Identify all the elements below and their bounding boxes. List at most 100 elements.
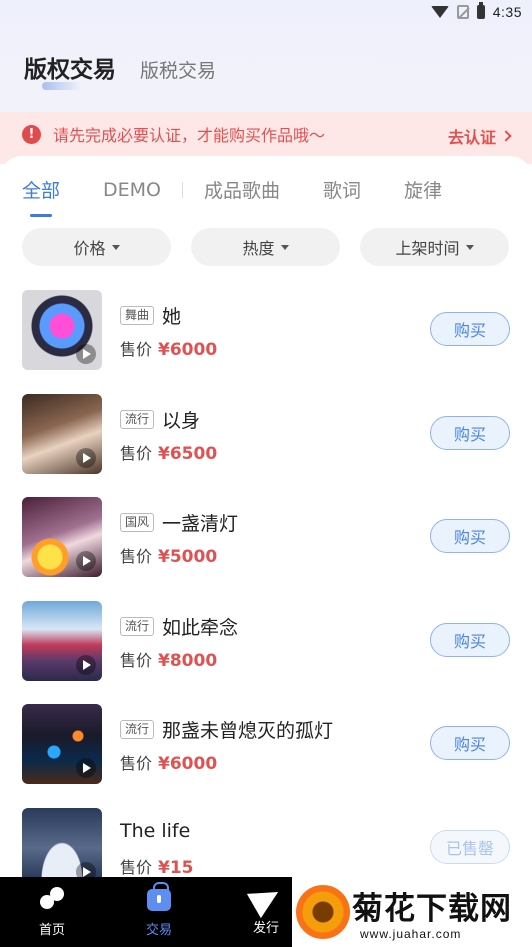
price-value: ¥6000 [158, 754, 218, 774]
price-value: ¥15 [158, 858, 194, 878]
watermark-title: 菊花下载网 [352, 891, 512, 927]
main-panel: 全部 DEMO 成品歌曲 歌词 旋律 价格 热度 上架时间 舞曲 她 售价 ¥6… [0, 156, 532, 881]
title-line: 国风 一盏清灯 [120, 509, 238, 536]
filter-popularity[interactable]: 热度 [191, 228, 340, 266]
alert-icon: ! [22, 124, 41, 144]
caret-down-icon [111, 244, 120, 250]
status-icons: 4:35 [430, 2, 522, 20]
filter-listing-time-label: 上架时间 [395, 239, 460, 258]
nav-publish[interactable]: 发行 [236, 879, 296, 936]
price-line: 售价 ¥15 [120, 854, 194, 878]
genre-tag: 流行 [120, 617, 155, 636]
buy-button[interactable]: 购买 [430, 312, 510, 346]
cover-image [22, 394, 102, 474]
home-icon [37, 883, 67, 913]
price-line: 售价 ¥6000 [120, 336, 217, 360]
buy-button[interactable]: 购买 [430, 416, 510, 450]
price-value: ¥6500 [158, 444, 218, 464]
play-icon[interactable] [76, 551, 96, 571]
notice-text: 请先完成必要认证，才能购买作品哦～ [53, 126, 326, 145]
category-tabs: 全部 DEMO 成品歌曲 歌词 旋律 [22, 176, 485, 217]
battery-icon [476, 2, 485, 19]
play-icon[interactable] [76, 448, 96, 468]
tab-royalty-trade[interactable]: 版税交易 [140, 56, 216, 83]
title-line: 舞曲 她 [120, 302, 181, 329]
price-value: ¥6000 [158, 340, 218, 360]
status-time: 4:35 [492, 4, 522, 20]
song-title: 如此牵念 [162, 617, 239, 639]
send-icon [246, 879, 286, 919]
cover-image [22, 808, 102, 881]
price-label: 售价 [120, 651, 153, 670]
nav-publish-label: 发行 [252, 921, 279, 936]
nav-trade[interactable]: 交易 [129, 882, 189, 938]
list-item[interactable]: 流行 那盏未曾熄灭的孤灯 售价 ¥6000 购买 [0, 704, 532, 784]
title-line: 流行 以身 [120, 406, 200, 433]
tab-melody[interactable]: 旋律 [404, 176, 442, 203]
list-item[interactable]: 舞曲 她 售价 ¥6000 购买 [0, 290, 532, 370]
price-label: 售价 [120, 858, 153, 877]
tab-divider [182, 181, 183, 198]
genre-tag: 国风 [120, 513, 155, 532]
cover-image [22, 497, 102, 577]
tab-all[interactable]: 全部 [22, 176, 60, 217]
tab-lyrics[interactable]: 歌词 [323, 176, 361, 203]
price-value: ¥5000 [158, 547, 218, 567]
price-line: 售价 ¥8000 [120, 647, 217, 671]
cover-image [22, 290, 102, 370]
tab-finished-songs[interactable]: 成品歌曲 [204, 176, 280, 203]
song-title: 以身 [162, 410, 201, 432]
play-icon[interactable] [76, 344, 96, 364]
price-line: 售价 ¥6500 [120, 440, 217, 464]
cover-image [22, 704, 102, 784]
song-title: 她 [162, 306, 182, 328]
list-item[interactable]: 流行 如此牵念 售价 ¥8000 购买 [0, 601, 532, 681]
song-title: The life [120, 820, 191, 842]
title-line: 流行 如此牵念 [120, 613, 238, 640]
price-value: ¥8000 [158, 651, 218, 671]
caret-down-icon [465, 244, 474, 250]
header-tabs: 版权交易 版税交易 [24, 50, 216, 90]
filter-listing-time[interactable]: 上架时间 [360, 228, 509, 266]
cover-image [22, 601, 102, 681]
list-item[interactable]: 流行 以身 售价 ¥6500 购买 [0, 394, 532, 474]
chevron-right-icon [500, 130, 512, 142]
price-label: 售价 [120, 547, 153, 566]
sold-out-button: 已售罄 [430, 830, 510, 864]
watermark-url: www.juahar.com [360, 927, 462, 941]
tab-copyright-trade[interactable]: 版权交易 [24, 50, 116, 90]
song-title: 一盏清灯 [162, 513, 239, 535]
play-icon[interactable] [76, 655, 96, 675]
list-item[interactable]: The life 售价 ¥15 已售罄 [0, 808, 532, 881]
verify-link[interactable]: 去认证 [447, 124, 512, 148]
buy-button[interactable]: 购买 [430, 519, 510, 553]
filter-bar: 价格 热度 上架时间 [22, 228, 509, 266]
buy-button[interactable]: 购买 [430, 726, 510, 760]
nav-home-label: 首页 [38, 923, 65, 938]
nav-trade-label: 交易 [145, 923, 172, 938]
no-sim-icon [456, 5, 469, 19]
list-item[interactable]: 国风 一盏清灯 售价 ¥5000 购买 [0, 497, 532, 577]
tab-demo[interactable]: DEMO [103, 179, 161, 201]
price-label: 售价 [120, 754, 153, 773]
song-title: 那盏未曾熄灭的孤灯 [162, 720, 334, 742]
status-bar: 4:35 [0, 0, 532, 26]
price-line: 售价 ¥6000 [120, 750, 217, 774]
price-label: 售价 [120, 444, 153, 463]
buy-button[interactable]: 购买 [430, 623, 510, 657]
title-line: The life [120, 820, 190, 842]
price-line: 售价 ¥5000 [120, 543, 217, 567]
verify-link-label: 去认证 [447, 128, 496, 147]
bag-icon [147, 882, 171, 911]
filter-price[interactable]: 价格 [22, 228, 171, 266]
genre-tag: 流行 [120, 410, 155, 429]
genre-tag: 流行 [120, 720, 155, 739]
watermark: 菊花下载网 www.juahar.com [292, 877, 532, 947]
play-icon[interactable] [76, 758, 96, 778]
filter-price-label: 价格 [73, 239, 106, 258]
caret-down-icon [280, 244, 289, 250]
price-label: 售价 [120, 340, 153, 359]
genre-tag: 舞曲 [120, 306, 155, 325]
title-line: 流行 那盏未曾熄灭的孤灯 [120, 716, 333, 743]
nav-home[interactable]: 首页 [22, 883, 82, 938]
